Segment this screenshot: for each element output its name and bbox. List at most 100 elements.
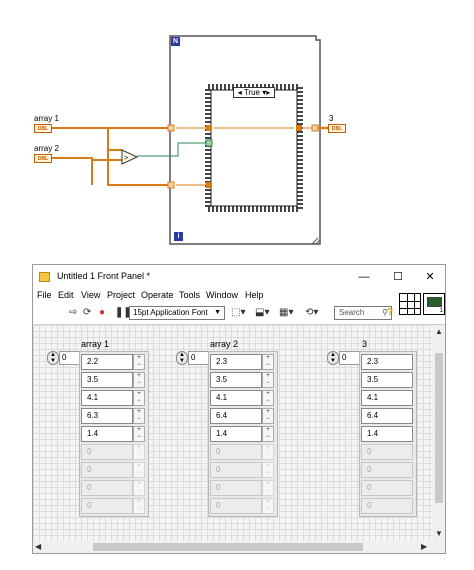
case-dropdown-icon[interactable]: ▾▸ xyxy=(262,88,270,97)
array-element-value[interactable]: 6.3 xyxy=(81,408,133,424)
menu-file[interactable]: File xyxy=(37,290,52,300)
array-element-value[interactable]: 3.5 xyxy=(81,372,133,388)
connector-pane-icon[interactable] xyxy=(399,293,421,315)
scroll-down-icon[interactable]: ▼ xyxy=(435,529,443,538)
front-panel-canvas[interactable]: array 1 ▲ ▼ 0 2.2 + −3.5 + −4.1 + −6.3 + −1.4 + −0 +… xyxy=(33,325,433,541)
array-element[interactable]: 6.3 + − xyxy=(81,408,147,424)
array-element[interactable]: 0 + − xyxy=(210,462,276,478)
increment-decrement-icon[interactable]: + − xyxy=(262,498,274,514)
reorder-icon[interactable]: ⟲▾ xyxy=(305,307,318,318)
horizontal-scrollbar[interactable]: ◀ ▶ xyxy=(33,541,433,553)
search-input[interactable]: Search ⚲ xyxy=(334,306,392,320)
array-element[interactable]: 4.1 + − xyxy=(81,390,147,406)
close-button[interactable]: ✕ xyxy=(417,268,443,286)
menu-project[interactable]: Project xyxy=(107,290,135,300)
loop-iteration-terminal[interactable]: i xyxy=(174,232,183,241)
vertical-scrollbar[interactable]: ▲ ▼ xyxy=(433,325,445,541)
array-element[interactable]: 3.5 + − xyxy=(210,372,276,388)
increment-decrement-icon[interactable]: + − xyxy=(262,390,274,406)
case-selector[interactable]: ◂ True ▾▸ xyxy=(233,87,275,98)
array-element[interactable]: 4.1 + − xyxy=(210,390,276,406)
menu-help[interactable]: Help xyxy=(245,290,264,300)
case-prev-icon[interactable]: ◂ xyxy=(238,88,242,97)
increment-decrement-icon[interactable]: + − xyxy=(133,462,145,478)
array-element[interactable]: 1.4 + − xyxy=(210,426,276,442)
menu-operate[interactable]: Operate xyxy=(141,290,174,300)
maximize-button[interactable]: ☐ xyxy=(385,268,411,286)
array-element-value[interactable]: 0 xyxy=(210,498,262,514)
array-element[interactable]: 6.4 + − xyxy=(210,408,276,424)
increment-decrement-icon[interactable]: + − xyxy=(133,480,145,496)
array-element-value[interactable]: 1.4 xyxy=(210,426,262,442)
array-element[interactable]: 0 + − xyxy=(81,444,147,460)
array-element[interactable]: 0 + − xyxy=(81,462,147,478)
increment-decrement-icon[interactable]: + − xyxy=(133,408,145,424)
scroll-left-icon[interactable]: ◀ xyxy=(35,542,41,551)
array1-terminal[interactable]: DBL xyxy=(34,124,52,133)
increment-decrement-icon[interactable]: + − xyxy=(262,408,274,424)
array-element-value[interactable]: 2.3 xyxy=(210,354,262,370)
output-array-index[interactable]: ▲ ▼ 0 xyxy=(327,351,363,365)
array-element-value[interactable]: 6.4 xyxy=(210,408,262,424)
array-element-value[interactable]: 0 xyxy=(81,498,133,514)
array-element-value[interactable]: 0 xyxy=(210,444,262,460)
menu-tools[interactable]: Tools xyxy=(179,290,200,300)
array-element-value[interactable]: 0 xyxy=(81,480,133,496)
increment-decrement-icon[interactable]: + − xyxy=(262,444,274,460)
array-element[interactable]: 0 + − xyxy=(81,498,147,514)
array-element[interactable]: 2.3 + − xyxy=(210,354,276,370)
abort-icon[interactable]: ● xyxy=(99,307,105,318)
array-element[interactable]: 0 + − xyxy=(81,480,147,496)
distribute-objects-icon[interactable]: ⬓▾ xyxy=(255,307,269,318)
array-element[interactable]: 0 + − xyxy=(210,480,276,496)
array-element[interactable]: 2.2 + − xyxy=(81,354,147,370)
increment-decrement-icon[interactable]: + − xyxy=(262,426,274,442)
index-spinner-icon[interactable]: ▲ ▼ xyxy=(176,351,188,365)
array-element-value[interactable]: 0 xyxy=(81,462,133,478)
title-bar[interactable]: Untitled 1 Front Panel * — ☐ ✕ xyxy=(33,265,445,289)
array-element-value[interactable]: 4.1 xyxy=(81,390,133,406)
array1-index[interactable]: ▲ ▼ 0 xyxy=(47,351,83,365)
index-spinner-icon[interactable]: ▲ ▼ xyxy=(47,351,59,365)
array-element-value[interactable]: 0 xyxy=(81,444,133,460)
array-element[interactable]: 0 + − xyxy=(210,444,276,460)
array-element-value[interactable]: 0 xyxy=(210,480,262,496)
loop-count-terminal[interactable]: N xyxy=(171,37,180,46)
index-spinner-icon[interactable]: ▲ ▼ xyxy=(327,351,339,365)
array2-terminal[interactable]: DBL xyxy=(34,154,52,163)
vertical-scroll-thumb[interactable] xyxy=(435,353,443,503)
array-element-value[interactable]: 2.2 xyxy=(81,354,133,370)
horizontal-scroll-thumb[interactable] xyxy=(93,543,363,551)
run-arrow-icon[interactable]: ⇨ xyxy=(69,307,77,318)
increment-decrement-icon[interactable]: + − xyxy=(133,444,145,460)
array-element-value[interactable]: 0 xyxy=(210,462,262,478)
increment-decrement-icon[interactable]: + − xyxy=(133,498,145,514)
array-element[interactable]: 0 + − xyxy=(210,498,276,514)
scroll-right-icon[interactable]: ▶ xyxy=(421,542,427,551)
increment-decrement-icon[interactable]: + − xyxy=(133,426,145,442)
resize-objects-icon[interactable]: ▦▾ xyxy=(279,307,293,318)
array-element[interactable]: 1.4 + − xyxy=(81,426,147,442)
increment-decrement-icon[interactable]: + − xyxy=(262,354,274,370)
array-element-value[interactable]: 4.1 xyxy=(210,390,262,406)
increment-decrement-icon[interactable]: + − xyxy=(262,462,274,478)
output-terminal[interactable]: DBL xyxy=(328,124,346,133)
increment-decrement-icon[interactable]: + − xyxy=(133,354,145,370)
menu-edit[interactable]: Edit xyxy=(58,290,74,300)
vi-icon[interactable]: 1 xyxy=(423,293,445,315)
array2-index[interactable]: ▲ ▼ 0 xyxy=(176,351,212,365)
menu-window[interactable]: Window xyxy=(206,290,238,300)
menu-view[interactable]: View xyxy=(81,290,100,300)
array-element[interactable]: 3.5 + − xyxy=(81,372,147,388)
array-element-value[interactable]: 3.5 xyxy=(210,372,262,388)
increment-decrement-icon[interactable]: + − xyxy=(262,480,274,496)
font-select[interactable]: 15pt Application Font ▼ xyxy=(129,306,225,320)
increment-decrement-icon[interactable]: + − xyxy=(133,372,145,388)
align-objects-icon[interactable]: ⬚▾ xyxy=(231,307,245,318)
array-element-value[interactable]: 1.4 xyxy=(81,426,133,442)
increment-decrement-icon[interactable]: + − xyxy=(133,390,145,406)
scroll-up-icon[interactable]: ▲ xyxy=(435,327,443,336)
increment-decrement-icon[interactable]: + − xyxy=(262,372,274,388)
run-continuously-icon[interactable]: ⟳ xyxy=(83,307,91,318)
help-icon[interactable]: ? xyxy=(387,307,393,318)
